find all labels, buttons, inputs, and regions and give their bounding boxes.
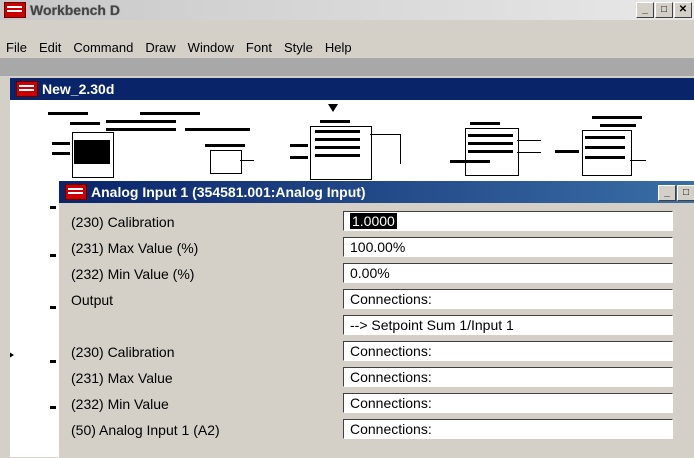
diagram-label [600,124,636,127]
diagram-block[interactable] [310,126,372,180]
row-min-value-pct: (232) Min Value (%) 0.00% [59,263,694,285]
diagram-label [290,144,308,147]
diagram-block[interactable] [210,150,242,174]
diagram-label [585,136,625,139]
diagram-label [70,122,100,125]
arrow-down-icon [328,104,338,112]
dialog-icon[interactable] [65,184,87,200]
diagram-label [290,156,308,159]
menu-edit[interactable]: Edit [33,40,67,55]
diagram-label [320,120,350,123]
menu-file[interactable]: File [0,40,33,55]
diagram-block-fill [74,140,110,164]
diagram-label [315,146,360,149]
diagram-label [140,112,200,115]
diagram-wire [370,134,400,135]
child-window-title-bar[interactable]: New_2.30d [10,78,694,100]
row-label: (231) Max Value (%) [71,240,199,256]
maximize-button[interactable]: □ [655,2,673,18]
dialog-title: Analog Input 1 (354581.001:Analog Input) [91,184,366,200]
diagram-wire [240,160,254,161]
min-value-field[interactable]: 0.00% [343,263,673,283]
diagram-wire [517,152,541,153]
diagram-wire [517,140,541,141]
menu-command[interactable]: Command [67,40,139,55]
diagram-label [185,128,250,131]
diagram-label [205,144,245,147]
dialog-minimize-button[interactable]: _ [658,185,676,201]
diagram-wire [400,134,401,164]
diagram-label [468,142,513,145]
row-min-value-connections: (232) Min Value Connections: [59,393,694,415]
app-title: Workbench D [30,2,120,18]
close-button[interactable]: ✕ [674,2,692,18]
diagram-wire [630,160,646,161]
output-connection-link[interactable]: --> Setpoint Sum 1/Input 1 [343,315,673,335]
diagram-label [470,122,500,125]
diagram-label [48,112,88,115]
analog-input-connections-field[interactable]: Connections: [343,419,673,439]
row-calibration-connections: (230) Calibration Connections: [59,341,694,363]
row-calibration: (230) Calibration 1.0000 [59,211,694,233]
row-label: (50) Analog Input 1 (A2) [71,422,220,438]
document-icon[interactable] [16,81,38,97]
diagram-label [106,128,176,131]
diagram-label [585,146,625,149]
child-window-title: New_2.30d [42,81,115,97]
menu-window[interactable]: Window [182,40,240,55]
diagram-label [315,130,360,133]
diagram-mark [50,206,56,209]
diagram-label [52,152,70,155]
app-icon[interactable] [4,2,26,18]
diagram-label [468,150,513,153]
diagram-label [450,160,490,163]
diagram-mark [50,254,56,257]
diagram-label [468,134,513,137]
app-title-bar[interactable]: Workbench D _ □ ✕ [0,0,694,20]
menu-style[interactable]: Style [278,40,319,55]
min-value-connections-field[interactable]: Connections: [343,393,673,413]
mdi-background [0,58,694,76]
dialog-controls: _ □ [658,185,694,201]
row-analog-input-a2: (50) Analog Input 1 (A2) Connections: [59,419,694,441]
field-value: 1.0000 [350,213,397,229]
menu-font[interactable]: Font [240,40,278,55]
row-label: (232) Min Value (%) [71,266,195,282]
dialog-maximize-button[interactable]: □ [677,185,694,201]
output-connections-field[interactable]: Connections: [343,289,673,309]
diagram-mark [50,360,56,363]
menu-bar: File Edit Command Draw Window Font Style… [0,37,694,57]
window-controls: _ □ ✕ [636,2,692,18]
row-label: Output [71,292,114,308]
diagram-label [52,142,70,145]
diagram-mark [50,406,56,409]
row-label: (231) Max Value [71,370,173,386]
row-max-value-connections: (231) Max Value Connections: [59,367,694,389]
max-value-field[interactable]: 100.00% [343,237,673,257]
diagram-mark [50,306,56,309]
diagram-label [106,120,176,123]
arrow-right-icon [10,350,14,360]
diagram-label [315,138,360,141]
minimize-button[interactable]: _ [636,2,654,18]
row-label: (232) Min Value [71,396,169,412]
menu-help[interactable]: Help [319,40,358,55]
row-output-connection: --> Setpoint Sum 1/Input 1 [59,315,694,337]
row-label: (230) Calibration [71,344,175,360]
row-output: Output Connections: [59,289,694,311]
diagram-label [592,116,642,119]
max-value-connections-field[interactable]: Connections: [343,367,673,387]
diagram-label [315,154,360,157]
calibration-connections-field[interactable]: Connections: [343,341,673,361]
menu-draw[interactable]: Draw [139,40,181,55]
row-max-value-pct: (231) Max Value (%) 100.00% [59,237,694,259]
calibration-field[interactable]: 1.0000 [343,211,673,231]
dialog-title-bar[interactable]: Analog Input 1 (354581.001:Analog Input)… [59,181,694,203]
analog-input-dialog: Analog Input 1 (354581.001:Analog Input)… [58,180,694,458]
diagram-label [585,156,625,159]
row-label: (230) Calibration [71,214,175,230]
diagram-label [555,150,579,153]
